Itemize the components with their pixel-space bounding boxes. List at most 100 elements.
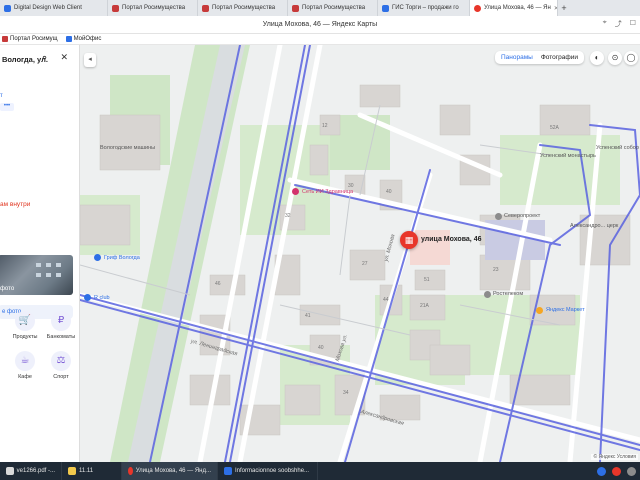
category-atm[interactable]: ₽ Банкоматы	[46, 311, 76, 340]
address-bar[interactable]: Улица Мохова, 46 — Яндекс Карты ⌖ ⤴ ☐	[0, 16, 640, 34]
location-icon[interactable]: ⌖	[603, 19, 607, 29]
building-number: 32	[285, 213, 291, 219]
photo-window	[36, 273, 41, 277]
building-photo[interactable]: фото	[0, 255, 73, 295]
category-groceries[interactable]: 🛒 Продукты	[10, 311, 40, 340]
category-sport[interactable]: ⚖ Спорт	[46, 351, 76, 380]
taskbar-label: 11.11	[79, 468, 94, 474]
poi-pin-icon[interactable]	[536, 307, 543, 314]
new-tab-icon[interactable]: +	[558, 3, 570, 13]
bookmarks-bar: Портал Росимущ МойОфис	[0, 34, 640, 45]
search-icon[interactable]: ⌕	[42, 52, 47, 63]
tab-favicon-icon	[4, 4, 11, 12]
cart-icon: 🛒	[15, 311, 35, 331]
bookmark-favicon-icon	[2, 36, 8, 42]
bookmark-item[interactable]: Портал Росимущ	[2, 36, 58, 42]
tab-favicon-icon	[202, 4, 209, 12]
browser-tab[interactable]: Портал Росимущества	[108, 0, 198, 16]
poi-pin-icon[interactable]	[84, 294, 91, 301]
pdf-icon	[6, 467, 14, 475]
tab-favicon-icon	[474, 4, 481, 12]
poi-label[interactable]: Яндекс Маркет	[546, 307, 585, 313]
tab-label: Портал Росимущества	[122, 5, 186, 11]
profile-icon[interactable]: ◯	[624, 51, 638, 65]
poi-pin-icon[interactable]	[292, 188, 299, 195]
address-link[interactable]: т	[0, 93, 3, 99]
poi-pin-icon[interactable]	[484, 291, 491, 298]
more-badge[interactable]: •••	[0, 103, 14, 111]
building-number: 27	[362, 261, 368, 267]
document-icon	[224, 467, 232, 475]
building-number: 52A	[550, 125, 559, 131]
close-icon[interactable]: ✕	[60, 52, 68, 63]
browser-tab-active[interactable]: Улица Мохова, 46 — Ян ✕	[470, 0, 558, 16]
photo-window	[56, 263, 61, 267]
tray-app-icon[interactable]	[627, 466, 636, 476]
address-marker-icon[interactable]: ▦	[400, 231, 418, 249]
browser-tab[interactable]: Digital Design Web Client	[0, 0, 108, 16]
photo-window	[56, 273, 61, 277]
transport-icon[interactable]: ⊙	[608, 51, 622, 65]
tab-label: ГИС Торги – продажи го	[392, 5, 459, 11]
panoramas-toggle[interactable]: Панорамы	[501, 54, 533, 61]
tray-app-icon[interactable]	[597, 466, 606, 476]
building-number: 40	[318, 345, 324, 351]
ruble-icon: ₽	[51, 311, 71, 331]
tab-label: Портал Росимущества	[212, 5, 276, 11]
poi-label[interactable]: Северопроект	[504, 213, 540, 219]
poi-label[interactable]: R club	[94, 295, 110, 301]
poi-pin-icon[interactable]	[94, 254, 101, 261]
poi-label[interactable]: Александро... церк	[570, 223, 618, 229]
collapse-sidebar-button[interactable]: ◂	[84, 53, 96, 67]
building-number: 40	[386, 189, 392, 195]
map-layer-switch: Панорамы Фотографии	[494, 51, 584, 64]
poi-label[interactable]: Вологодские машины	[100, 145, 155, 151]
tab-favicon-icon	[382, 4, 389, 12]
share-icon[interactable]: ⤴	[615, 19, 622, 29]
taskbar-item-active[interactable]: Улица Мохова, 46 — Янд...	[122, 462, 218, 480]
building-number: 21A	[420, 303, 429, 309]
photo-label: фото	[0, 286, 15, 292]
building-number: 41	[305, 313, 311, 319]
building-number: 23	[493, 267, 499, 273]
poi-label[interactable]: Успенский собор	[596, 145, 639, 151]
building-number: 34	[343, 390, 349, 396]
poi-label[interactable]: Сеть ИИ Здравница	[302, 189, 353, 195]
address-bar-actions: ⌖ ⤴ ☐	[603, 19, 636, 29]
browser-tab[interactable]: ГИС Торги – продажи го	[378, 0, 470, 16]
photo-window	[36, 263, 41, 267]
photos-toggle[interactable]: Фотографии	[541, 54, 578, 61]
bookmark-icon[interactable]: ☐	[630, 19, 636, 29]
poi-label[interactable]: Гриф Вологда	[104, 255, 140, 261]
browser-tab[interactable]: Портал Росимущества	[288, 0, 378, 16]
poi-label[interactable]: Успенский монастырь	[540, 153, 596, 159]
taskbar-item[interactable]: ve1266.pdf -...	[0, 462, 62, 480]
taskbar-label: Informacionnoe soobshhe...	[235, 468, 310, 474]
browser-tab-bar: Digital Design Web Client Портал Росимущ…	[0, 0, 640, 16]
building-number: 51	[424, 277, 430, 283]
dumbbell-icon: ⚖	[51, 351, 71, 371]
map-canvas[interactable]: ◂ Панорамы Фотографии ◐ ⊙ ◯ Вологодские …	[80, 45, 640, 462]
marker-label[interactable]: улица Мохова, 46	[421, 236, 481, 243]
layers-icon[interactable]: ◐	[590, 51, 604, 65]
bookmark-item[interactable]: МойОфис	[65, 36, 102, 42]
building-number: 30	[348, 183, 354, 189]
browser-tab[interactable]: Портал Росимущества	[198, 0, 288, 16]
search-field[interactable]: Вологда, ул. ⌕ ✕	[0, 51, 79, 67]
category-cafe[interactable]: ☕ Кафе	[10, 351, 40, 380]
os-taskbar: ve1266.pdf -... 11.11 Улица Мохова, 46 —…	[0, 462, 640, 480]
taskbar-item[interactable]: 11.11	[62, 462, 122, 480]
bookmark-label: МойОфис	[73, 36, 102, 42]
page-title: Улица Мохова, 46 — Яндекс Карты	[262, 21, 378, 28]
photo-window	[46, 263, 51, 267]
folder-icon	[68, 467, 76, 475]
taskbar-item[interactable]: Informacionnoe soobshhe...	[218, 462, 318, 480]
category-label: Банкоматы	[46, 334, 76, 340]
tray-app-icon[interactable]	[612, 466, 621, 476]
poi-pin-icon[interactable]	[495, 213, 502, 220]
inside-tab[interactable]: ам внутри	[0, 201, 30, 208]
map-attribution[interactable]: © Яндекс Условия	[591, 454, 638, 460]
building-number: 12	[322, 123, 328, 129]
taskbar-label: ve1266.pdf -...	[16, 468, 55, 474]
poi-label[interactable]: Ростелеком	[493, 291, 523, 297]
